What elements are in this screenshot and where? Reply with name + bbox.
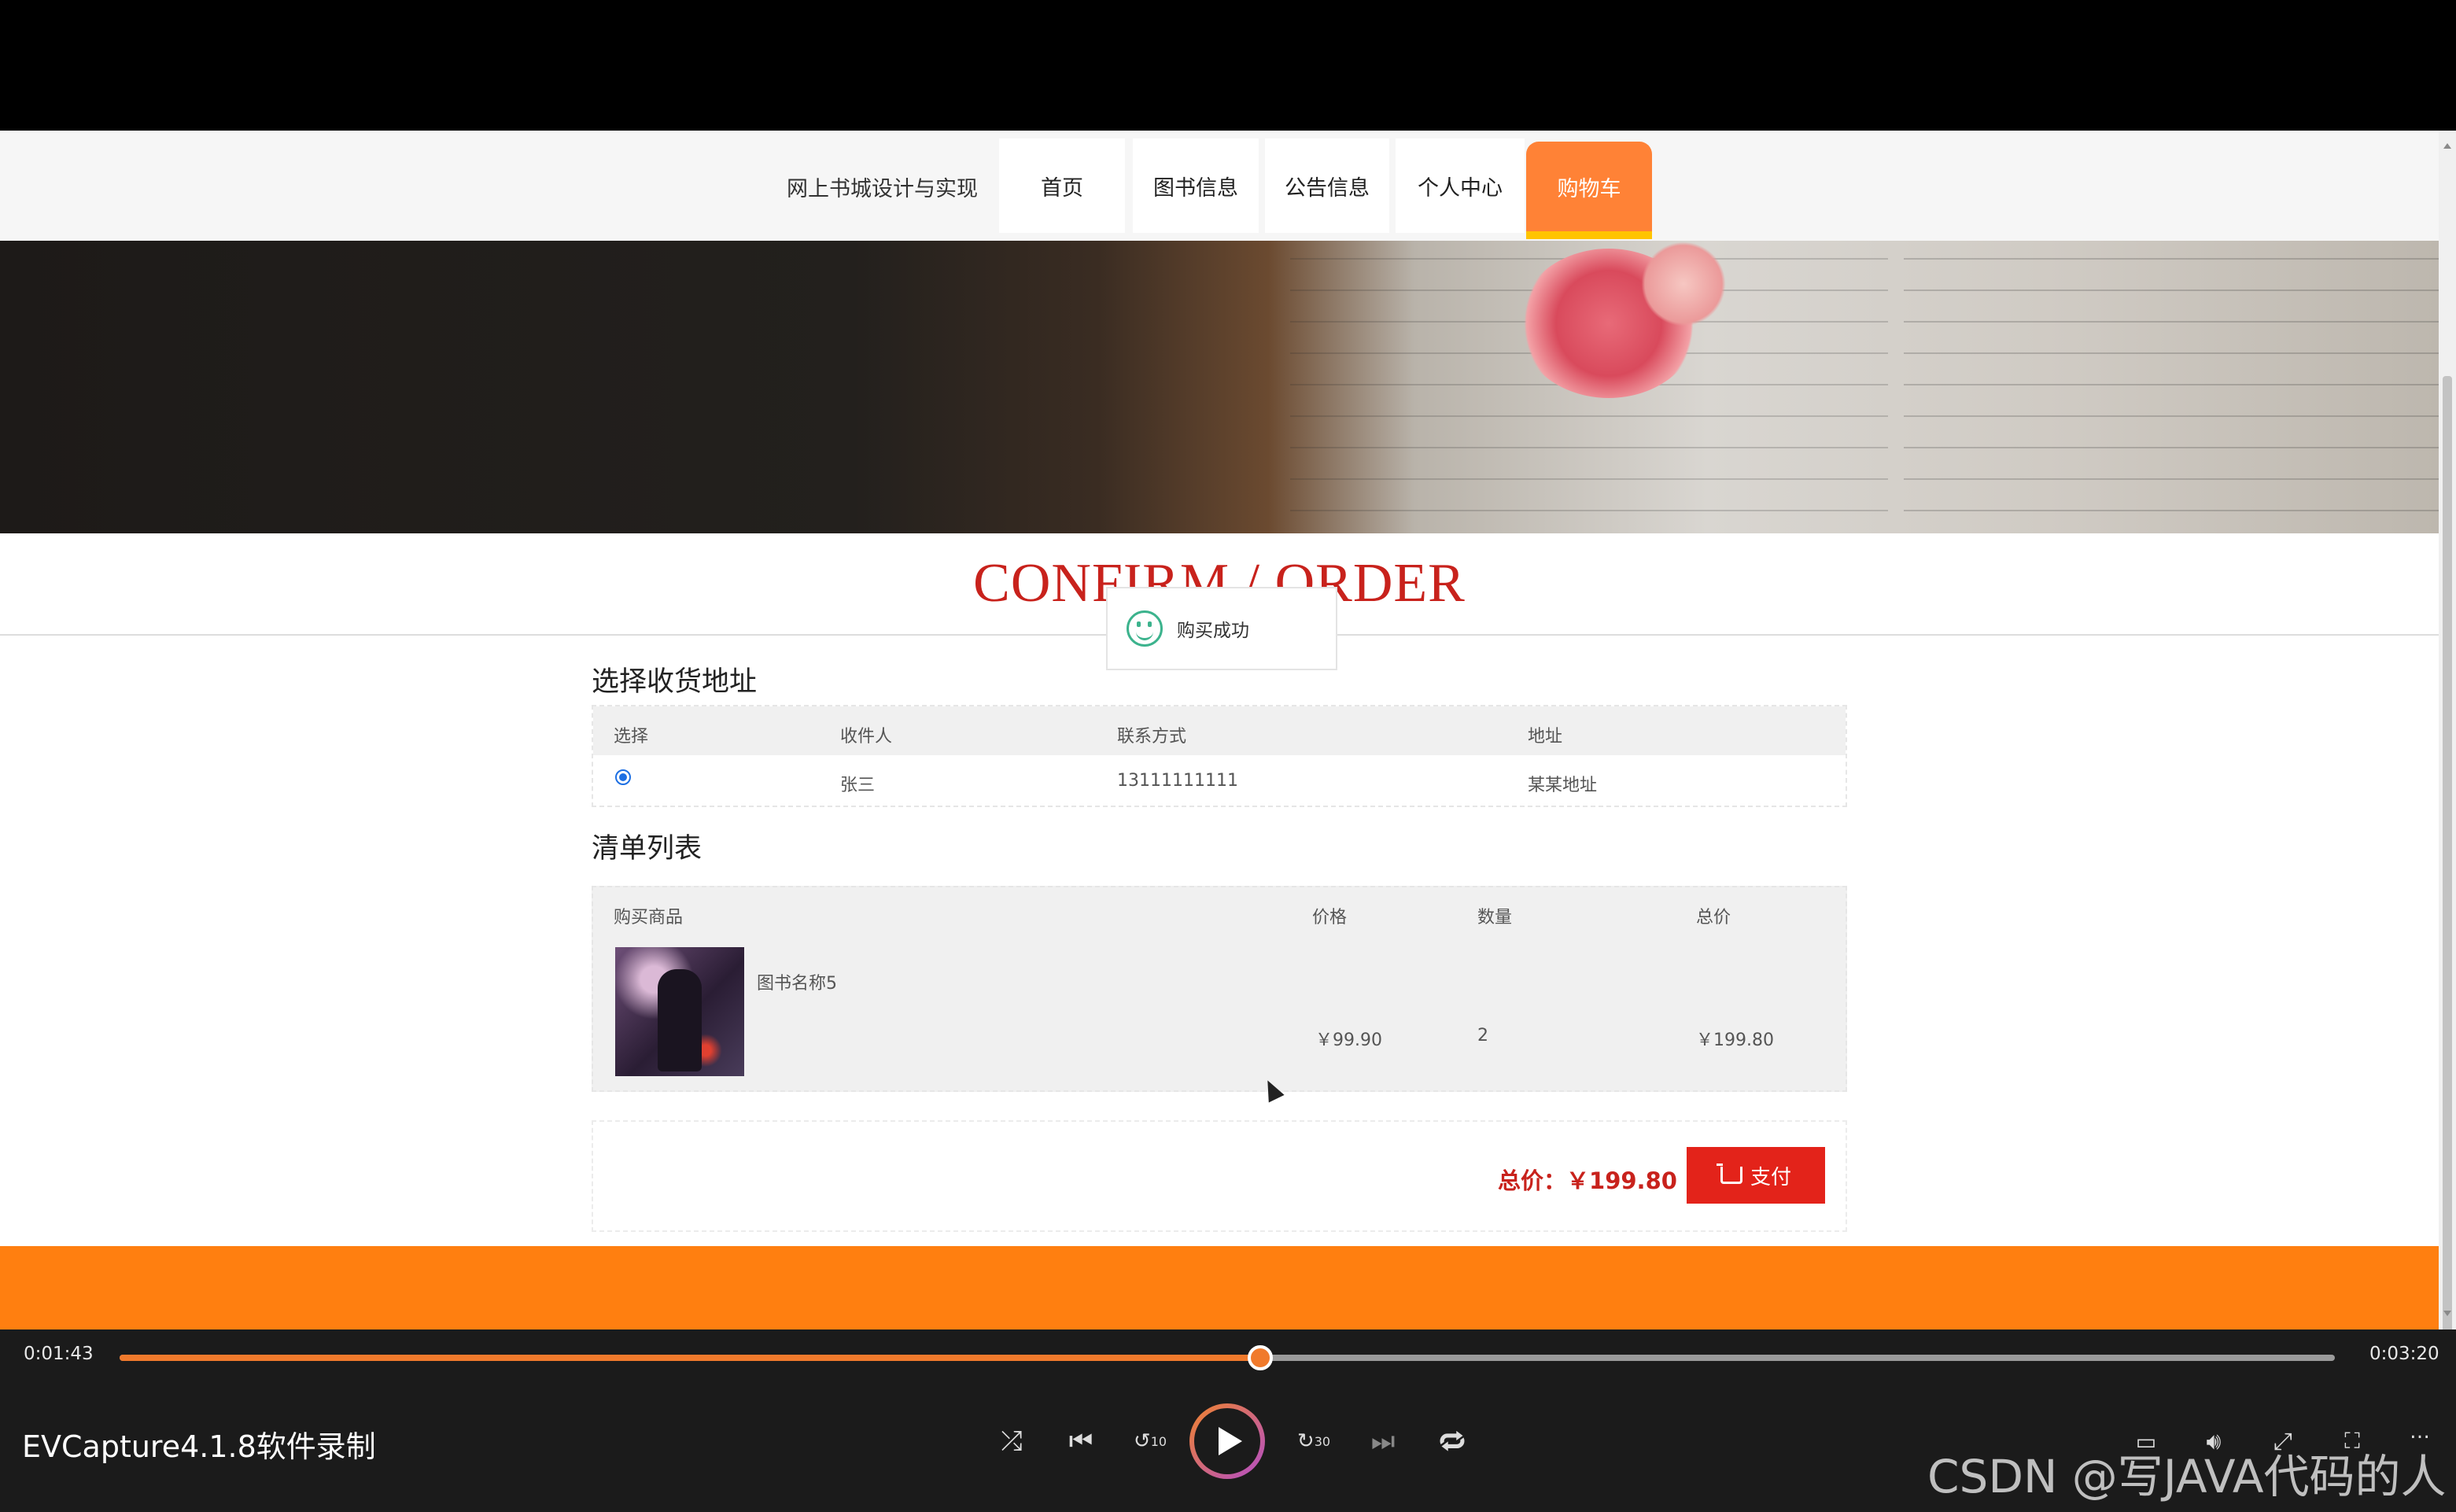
csdn-watermark: CSDN @写JAVA代码的人 (1927, 1450, 2447, 1503)
items-heading: 清单列表 (592, 833, 703, 865)
skip-previous-icon[interactable]: ⏮ (1057, 1418, 1104, 1465)
sheet-music-right (1904, 241, 2439, 533)
col-total: 总价 (1696, 908, 1731, 927)
quantity-cell: 2 (1477, 1026, 1488, 1045)
nav-cart[interactable]: 购物车 (1526, 142, 1652, 239)
col-address: 地址 (1528, 727, 1563, 747)
seek-handle[interactable] (1248, 1345, 1274, 1370)
book-cover-image[interactable] (615, 947, 744, 1076)
price-cell: ￥99.90 (1315, 1031, 1382, 1050)
total-cell: ￥199.80 (1696, 1031, 1774, 1050)
pay-button[interactable]: 支付 (1687, 1147, 1825, 1204)
nav-home[interactable]: 首页 (999, 138, 1125, 233)
address-heading: 选择收货地址 (592, 666, 758, 698)
top-black-bar (0, 0, 2456, 131)
phone-cell: 13111111111 (1117, 771, 1238, 791)
items-table: 购买商品 价格 数量 总价 图书名称5 ￥99.90 2 ￥199.80 (592, 886, 1847, 1092)
pay-label: 支付 (1750, 1165, 1791, 1189)
repeat-icon[interactable]: 🔁︎ (1429, 1418, 1476, 1465)
toast-message: 购买成功 (1177, 621, 1249, 641)
smile-icon (1127, 610, 1163, 647)
play-button[interactable] (1189, 1403, 1265, 1479)
scroll-down-icon[interactable] (2443, 1311, 2451, 1316)
shuffle-icon[interactable]: ⤮ (988, 1418, 1035, 1465)
skip-next-icon[interactable]: ⏭ (1359, 1418, 1407, 1465)
rewind-10-label: 10 (1150, 1433, 1167, 1449)
cart-icon (1716, 1164, 1742, 1184)
total-price-text: 总价：￥199.80 (1498, 1163, 1677, 1196)
elapsed-time: 0:01:43 (24, 1344, 94, 1364)
col-quantity: 数量 (1477, 908, 1513, 927)
recording-title: EVCapture4.1.8软件录制 (22, 1429, 376, 1464)
forward-30-label: 30 (1314, 1433, 1331, 1449)
footer-band (0, 1246, 2439, 1329)
total-label: 总价： (1498, 1167, 1567, 1194)
seek-bar[interactable] (120, 1345, 2335, 1370)
address-table: 选择 收件人 联系方式 地址 张三 13111111111 某某地址 (592, 705, 1847, 807)
address-radio[interactable] (615, 769, 631, 785)
page-scrollbar[interactable] (2439, 131, 2456, 1452)
success-toast: 购买成功 (1106, 587, 1337, 670)
order-summary: 总价：￥199.80 支付 (592, 1120, 1847, 1232)
col-select: 选择 (614, 727, 649, 747)
screen: 网上书城设计与实现 首页 图书信息 公告信息 个人中心 购物车 CONFIRM … (0, 0, 2456, 1512)
cover-figure (658, 969, 702, 1071)
col-recipient: 收件人 (840, 727, 893, 747)
play-icon (1194, 1408, 1260, 1474)
recipient-cell: 张三 (840, 776, 876, 795)
book-name[interactable]: 图书名称5 (757, 969, 837, 994)
address-cell: 某某地址 (1528, 776, 1598, 795)
browser-viewport: 网上书城设计与实现 首页 图书信息 公告信息 个人中心 购物车 CONFIRM … (0, 131, 2439, 1329)
forward-30-icon[interactable]: ↻ 30 (1290, 1418, 1337, 1465)
nav-profile[interactable]: 个人中心 (1396, 138, 1525, 233)
scroll-up-icon[interactable] (2443, 143, 2451, 149)
col-product: 购买商品 (614, 908, 684, 927)
play-triangle (1219, 1427, 1242, 1455)
video-player-bar: 0:01:43 0:03:20 EVCapture4.1.8软件录制 ⤮ ⏮ ↺… (0, 1329, 2456, 1512)
scrollbar-thumb[interactable] (2443, 376, 2452, 1452)
site-brand: 网上书城设计与实现 (787, 177, 978, 201)
col-phone: 联系方式 (1117, 727, 1187, 747)
address-table-header: 选择 收件人 联系方式 地址 (593, 706, 1846, 755)
banner-image (0, 241, 2439, 533)
site-header: 网上书城设计与实现 首页 图书信息 公告信息 个人中心 购物车 (0, 131, 2439, 241)
col-price: 价格 (1312, 908, 1348, 927)
duration-time: 0:03:20 (2369, 1344, 2439, 1364)
total-amount: ￥199.80 (1566, 1167, 1677, 1194)
flower-petal (1628, 241, 1739, 327)
rewind-10-icon[interactable]: ↺ 10 (1127, 1418, 1174, 1465)
nav-notices[interactable]: 公告信息 (1265, 138, 1389, 233)
seek-progress (120, 1355, 1261, 1361)
nav-books[interactable]: 图书信息 (1133, 138, 1259, 233)
